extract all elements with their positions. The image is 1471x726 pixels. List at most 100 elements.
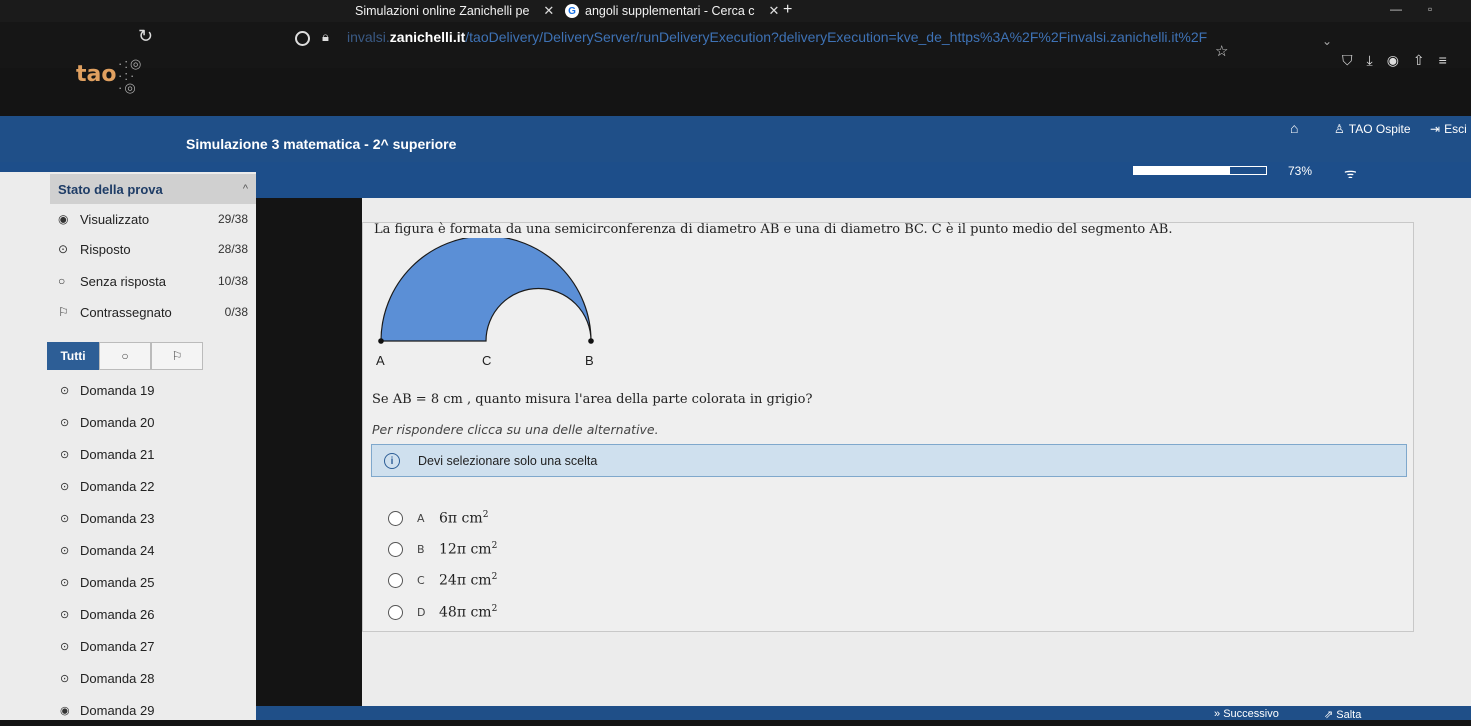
question-list-item[interactable]: ⊙ Domanda 25	[48, 566, 256, 598]
progress-bar	[1133, 166, 1267, 175]
account-icon[interactable]: ◉	[1387, 52, 1399, 69]
question-list-item[interactable]: ⊙ Domanda 28	[48, 662, 256, 694]
radio-checked-icon: ⊙	[60, 576, 70, 589]
browser-tab-search[interactable]: G angoli supplementari - Cerca c ✕	[565, 0, 779, 22]
download-icon[interactable]: ⤓	[1367, 52, 1373, 69]
stat-unanswered: ○ Senza risposta 10/38	[58, 273, 248, 289]
test-title: Simulazione 3 matematica - 2^ superiore	[186, 136, 457, 152]
radio-empty-icon: ○	[121, 349, 129, 363]
point-a	[378, 338, 384, 344]
question-label: Domanda 28	[80, 670, 155, 686]
question-list-item[interactable]: ⊙ Domanda 20	[48, 406, 256, 438]
user-name: TAO Ospite	[1348, 122, 1411, 136]
status-panel-header[interactable]: Stato della prova ^	[50, 174, 256, 204]
eye-icon: ◉	[58, 212, 69, 226]
close-tab-icon[interactable]: ✕	[543, 3, 554, 19]
close-tab-icon[interactable]: ✕	[769, 3, 780, 19]
logout-label: Esci	[1444, 122, 1467, 136]
extensions-icon[interactable]: ⇧	[1413, 52, 1425, 69]
question-label: Domanda 25	[80, 574, 155, 590]
filter-unanswered-button[interactable]: ○	[99, 342, 151, 370]
question-list-item[interactable]: ⊙ Domanda 21	[48, 438, 256, 470]
bottom-navigation: » Successivo ⇗ Salta	[256, 706, 1471, 721]
question-list-item[interactable]: ⊙ Domanda 19	[48, 374, 256, 406]
maximize-icon[interactable]: ▫	[1428, 2, 1432, 16]
question-list-item[interactable]: ⊙ Domanda 24	[48, 534, 256, 566]
question-list-item[interactable]: ⊙ Domanda 23	[48, 502, 256, 534]
tao-logo: tao	[76, 62, 117, 87]
eye-icon: ◉	[60, 704, 70, 717]
question-label: Domanda 23	[80, 510, 155, 526]
radio-button[interactable]	[388, 541, 403, 557]
google-icon: G	[565, 4, 579, 18]
info-icon: i	[384, 453, 400, 469]
choice-a[interactable]: A 6π cm2	[388, 506, 488, 530]
question-label: Domanda 26	[80, 606, 155, 622]
radio-button[interactable]	[388, 510, 403, 526]
question-label: Domanda 20	[80, 414, 155, 430]
url-domain: zanichelli.it	[389, 29, 466, 45]
choice-b[interactable]: B 12π cm2	[388, 537, 497, 561]
new-tab-button[interactable]: +	[783, 1, 792, 19]
tracking-shield-icon[interactable]	[295, 31, 310, 46]
filter-all-button[interactable]: Tutti	[47, 342, 99, 370]
reload-icon[interactable]: ↻	[138, 26, 153, 47]
question-label: Domanda 24	[80, 542, 155, 558]
filter-flagged-button[interactable]: ⚐	[151, 342, 203, 370]
user-menu[interactable]: ♙ TAO Ospite	[1334, 122, 1411, 136]
semicircle-figure: A C B	[376, 238, 594, 368]
question-label: Domanda 27	[80, 638, 155, 654]
test-header: Simulazione 3 matematica - 2^ superiore …	[0, 116, 1471, 162]
browser-tab-simulazioni[interactable]: Simulazioni online Zanichelli pe ✕	[355, 0, 554, 22]
radio-checked-icon: ⊙	[60, 448, 70, 461]
question-label: Domanda 19	[80, 382, 155, 398]
radio-button[interactable]	[388, 572, 403, 588]
question-label: Domanda 29	[80, 702, 155, 718]
home-icon[interactable]: ⌂	[1290, 120, 1298, 136]
logout-button[interactable]: ⇥ Esci	[1430, 122, 1467, 136]
label-b: B	[585, 353, 594, 368]
instruction-text: Per rispondere clicca su una delle alter…	[372, 422, 659, 437]
progress-percent: 73%	[1288, 164, 1313, 178]
flag-icon: ⚐	[171, 349, 183, 363]
question-label: Domanda 22	[80, 478, 155, 494]
question-text: La figura è formata da una semicirconfer…	[374, 222, 1173, 237]
choice-c[interactable]: C 24π cm2	[388, 568, 497, 592]
radio-checked-icon: ⊙	[60, 544, 70, 557]
question-prompt: Se AB = 8 cm , quanto misura l'area dell…	[372, 392, 813, 407]
lock-icon[interactable]: 🔒︎	[322, 29, 329, 45]
question-filter: Tutti ○ ⚐	[47, 342, 203, 370]
chevron-down-icon[interactable]: ⌄	[1322, 34, 1332, 48]
question-list-item[interactable]: ⊙ Domanda 26	[48, 598, 256, 630]
skip-button[interactable]: ⇗ Salta	[1324, 708, 1361, 721]
question-list-item[interactable]: ◉ Domanda 29	[48, 694, 256, 726]
tab-title: angoli supplementari - Cerca c	[585, 4, 755, 18]
info-message: i Devi selezionare solo una scelta	[371, 444, 1407, 477]
chevron-up-icon[interactable]: ^	[243, 183, 248, 195]
browser-tabbar: Simulazioni online Zanichelli pe ✕ G ang…	[0, 0, 1471, 22]
progress-fill	[1134, 167, 1231, 174]
url-path: /taoDelivery/DeliveryServer/runDeliveryE…	[465, 29, 1207, 45]
double-chevron-icon: »	[1214, 708, 1221, 720]
choice-d[interactable]: D 48π cm2	[388, 600, 497, 624]
question-list-item[interactable]: ⊙ Domanda 27	[48, 630, 256, 662]
radio-checked-icon: ⊙	[60, 608, 70, 621]
info-text: Devi selezionare solo una scelta	[418, 454, 598, 468]
skip-icon: ⇗	[1324, 709, 1334, 721]
radio-checked-icon: ⊙	[60, 640, 70, 653]
minimize-icon[interactable]: —	[1390, 2, 1402, 16]
bookmark-star-icon[interactable]: ☆	[1215, 42, 1228, 60]
stat-viewed: ◉ Visualizzato 29/38	[58, 211, 248, 227]
question-list-item[interactable]: ⊙ Domanda 22	[48, 470, 256, 502]
logout-icon: ⇥	[1430, 122, 1441, 136]
pocket-icon[interactable]: ⛉	[1342, 52, 1353, 69]
menu-icon[interactable]: ≡	[1439, 52, 1447, 69]
user-icon: ♙	[1334, 122, 1345, 136]
shaded-region	[380, 238, 592, 342]
next-button[interactable]: » Successivo	[1214, 708, 1279, 720]
connection-icon: ᯤ	[1344, 165, 1357, 181]
question-list: ⊙ Domanda 19 ⊙ Domanda 20 ⊙ Domanda 21 ⊙ Domand…	[48, 374, 256, 726]
browser-navbar: ↻ 🔒︎ invalsi.zanichelli.it/taoDelivery/D…	[0, 22, 1471, 68]
address-bar[interactable]: invalsi.zanichelli.it/taoDelivery/Delive…	[347, 29, 1207, 45]
radio-button[interactable]	[388, 604, 403, 620]
